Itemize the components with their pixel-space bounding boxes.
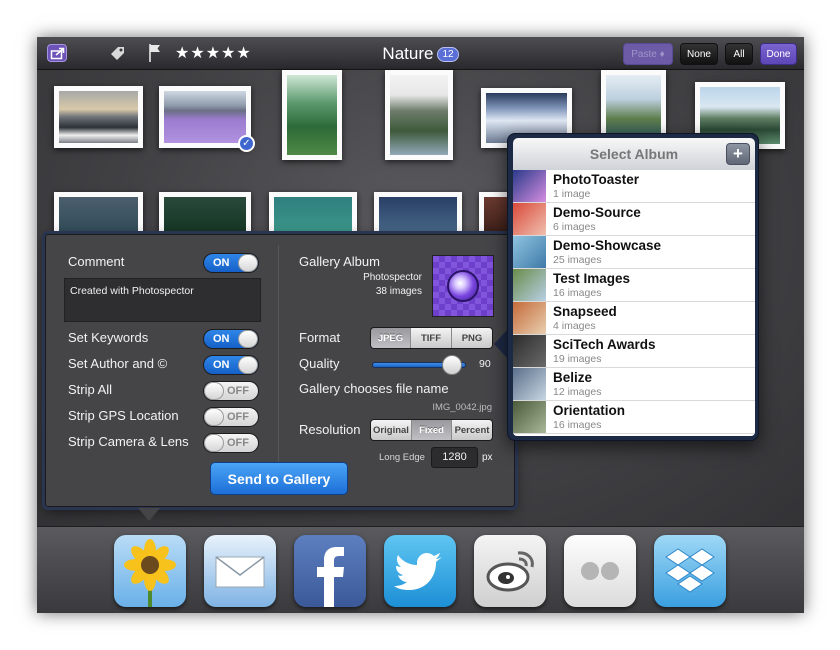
album-row[interactable]: Orientation 16 images bbox=[513, 401, 755, 434]
photo-thumbnail[interactable] bbox=[54, 86, 143, 148]
album-row[interactable]: PhotoToaster 1 image bbox=[513, 170, 755, 203]
lens-icon bbox=[447, 270, 479, 302]
top-toolbar: ★ ★ ★ ★ ★ Nature 12 Paste ♦ None All Done bbox=[37, 37, 804, 70]
album-thumbnail bbox=[513, 335, 546, 367]
toggle-knob bbox=[204, 434, 224, 452]
popover-title: Select Album bbox=[589, 146, 679, 162]
share-target-dock bbox=[37, 526, 804, 613]
count-badge: 12 bbox=[437, 47, 459, 62]
album-thumbnail bbox=[513, 203, 546, 235]
album-row[interactable]: Demo-Source 6 images bbox=[513, 203, 755, 236]
strip-all-toggle[interactable]: OFF bbox=[203, 381, 259, 401]
gallery-album-name: Photospector bbox=[363, 272, 422, 283]
strip-all-label: Strip All bbox=[68, 382, 113, 397]
album-thumbnail bbox=[513, 401, 546, 433]
weibo-app-icon[interactable] bbox=[474, 535, 546, 607]
strip-gps-label: Strip GPS Location bbox=[68, 408, 179, 423]
gallery-album-label: Gallery Album bbox=[299, 254, 380, 269]
album-thumbnail[interactable] bbox=[432, 255, 494, 317]
comment-field[interactable]: Created with Photospector bbox=[64, 278, 261, 322]
long-edge-input[interactable]: 1280 bbox=[431, 447, 478, 468]
select-all-button[interactable]: All bbox=[725, 43, 753, 65]
resolution-fixed-option[interactable]: Fixed bbox=[412, 420, 452, 440]
album-thumbnail bbox=[513, 302, 546, 334]
resolution-label: Resolution bbox=[299, 422, 361, 437]
add-album-button[interactable]: + bbox=[726, 143, 750, 165]
strip-camera-toggle[interactable]: OFF bbox=[203, 433, 259, 453]
gallery-album-count: 38 images bbox=[375, 286, 422, 297]
format-jpeg-option[interactable]: JPEG bbox=[371, 328, 411, 348]
select-album-popover: Select Album + PhotoToaster 1 image Demo-… bbox=[507, 133, 759, 441]
filename-value: IMG_0042.jpg bbox=[432, 402, 492, 413]
album-row[interactable]: Demo-Showcase 25 images bbox=[513, 236, 755, 269]
toggle-knob bbox=[238, 330, 258, 348]
dropbox-app-icon[interactable] bbox=[654, 535, 726, 607]
comment-toggle[interactable]: ON bbox=[203, 253, 259, 273]
album-list: PhotoToaster 1 image Demo-Source 6 images … bbox=[513, 170, 755, 436]
set-author-toggle[interactable]: ON bbox=[203, 355, 259, 375]
selected-check-icon: ✓ bbox=[238, 135, 255, 152]
album-title: Nature bbox=[382, 44, 434, 63]
panel-divider bbox=[278, 245, 279, 470]
app-window: ★ ★ ★ ★ ★ Nature 12 Paste ♦ None All Done… bbox=[37, 37, 804, 613]
album-row[interactable]: Belize 12 images bbox=[513, 368, 755, 401]
album-thumbnail bbox=[513, 236, 546, 268]
album-thumbnail bbox=[513, 368, 546, 400]
strip-gps-toggle[interactable]: OFF bbox=[203, 407, 259, 427]
share-settings-panel: Comment ON Created with Photospector Set… bbox=[45, 234, 515, 507]
done-button[interactable]: Done bbox=[760, 43, 797, 65]
album-thumbnail bbox=[513, 170, 546, 202]
facebook-app-icon[interactable] bbox=[294, 535, 366, 607]
send-to-gallery-button[interactable]: Send to Gallery bbox=[210, 462, 348, 495]
photo-thumbnail[interactable]: ✓ bbox=[159, 86, 255, 152]
photo-thumbnail[interactable] bbox=[282, 70, 342, 160]
paste-button[interactable]: Paste ♦ bbox=[623, 43, 673, 65]
flickr-app-icon[interactable] bbox=[564, 535, 636, 607]
select-none-button[interactable]: None bbox=[680, 43, 718, 65]
comment-label: Comment bbox=[68, 254, 125, 269]
album-row[interactable]: Test Images 16 images bbox=[513, 269, 755, 302]
popover-titlebar: Select Album + bbox=[513, 138, 755, 170]
panel-arrow bbox=[138, 508, 160, 521]
format-tiff-option[interactable]: TIFF bbox=[411, 328, 452, 348]
mail-app-icon[interactable] bbox=[204, 535, 276, 607]
photos-app-icon[interactable] bbox=[114, 535, 186, 607]
set-keywords-toggle[interactable]: ON bbox=[203, 329, 259, 349]
album-row[interactable]: Snapseed 4 images bbox=[513, 302, 755, 335]
toggle-knob bbox=[238, 356, 258, 374]
quality-label: Quality bbox=[299, 356, 340, 371]
format-label: Format bbox=[299, 330, 341, 345]
toggle-knob bbox=[204, 408, 224, 426]
quality-slider-knob[interactable] bbox=[442, 355, 462, 375]
resolution-percent-option[interactable]: Percent bbox=[452, 420, 492, 440]
toggle-knob bbox=[204, 382, 224, 400]
format-png-option[interactable]: PNG bbox=[452, 328, 492, 348]
long-edge-unit: px bbox=[482, 452, 493, 463]
photo-thumbnail[interactable] bbox=[385, 70, 453, 160]
album-thumbnail bbox=[513, 269, 546, 301]
resolution-segmented-control[interactable]: Original Fixed Percent bbox=[370, 419, 493, 441]
strip-camera-label: Strip Camera & Lens bbox=[68, 434, 189, 449]
long-edge-label: Long Edge bbox=[379, 452, 425, 463]
twitter-app-icon[interactable] bbox=[384, 535, 456, 607]
album-row[interactable]: SciTech Awards 19 images bbox=[513, 335, 755, 368]
set-author-label: Set Author and © bbox=[68, 356, 168, 371]
format-segmented-control[interactable]: JPEG TIFF PNG bbox=[370, 327, 493, 349]
gallery-filename-label: Gallery chooses file name bbox=[299, 381, 449, 396]
set-keywords-label: Set Keywords bbox=[68, 330, 149, 345]
resolution-original-option[interactable]: Original bbox=[371, 420, 412, 440]
quality-value: 90 bbox=[479, 358, 491, 370]
toggle-knob bbox=[238, 254, 258, 272]
